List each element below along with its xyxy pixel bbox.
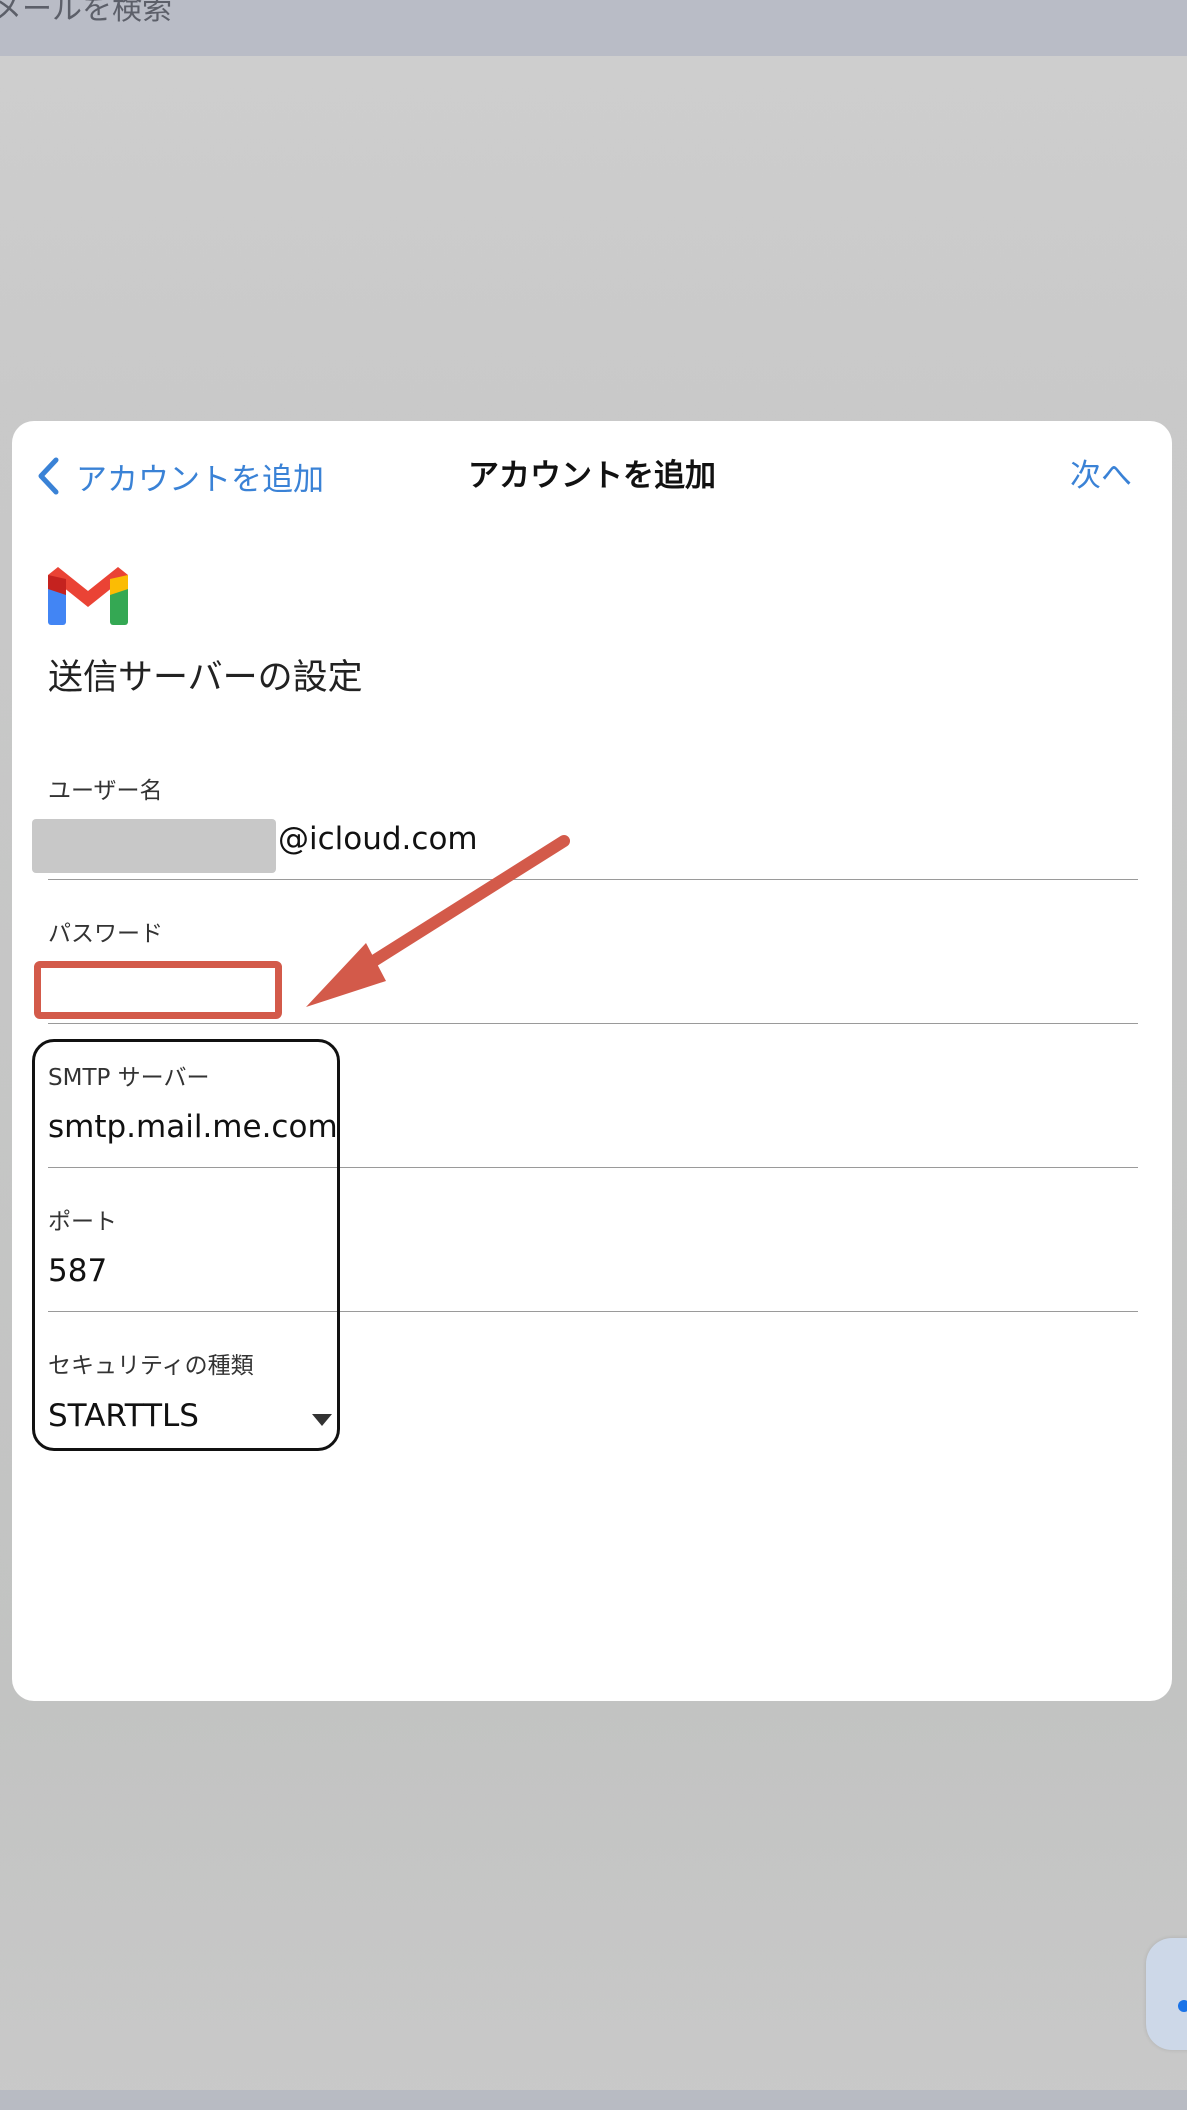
annotation-arrow-icon [306, 835, 570, 1007]
background-search-bar: メールを検索 [0, 0, 1187, 56]
page-title: アカウントを追加 [468, 458, 716, 494]
background-search-hint: メールを検索 [0, 0, 172, 27]
next-button[interactable]: 次へ [1070, 451, 1132, 501]
divider [48, 879, 1138, 880]
annotation-highlight-box [32, 1039, 340, 1451]
gmail-icon [48, 567, 128, 625]
bottom-bar [0, 2090, 1187, 2110]
redacted-username [32, 819, 276, 873]
divider [48, 1023, 1138, 1024]
floating-compose-button[interactable] [1146, 1938, 1187, 2050]
add-account-sheet: アカウントを追加 アカウントを追加 次へ 送信サーバーの設定 ユーザー名 @ic… [12, 421, 1172, 1701]
compose-icon [1178, 2000, 1187, 2012]
password-field[interactable] [34, 961, 282, 1019]
password-label: パスワード [48, 921, 163, 947]
username-label: ユーザー名 [48, 778, 163, 804]
section-title: 送信サーバーの設定 [48, 658, 363, 698]
